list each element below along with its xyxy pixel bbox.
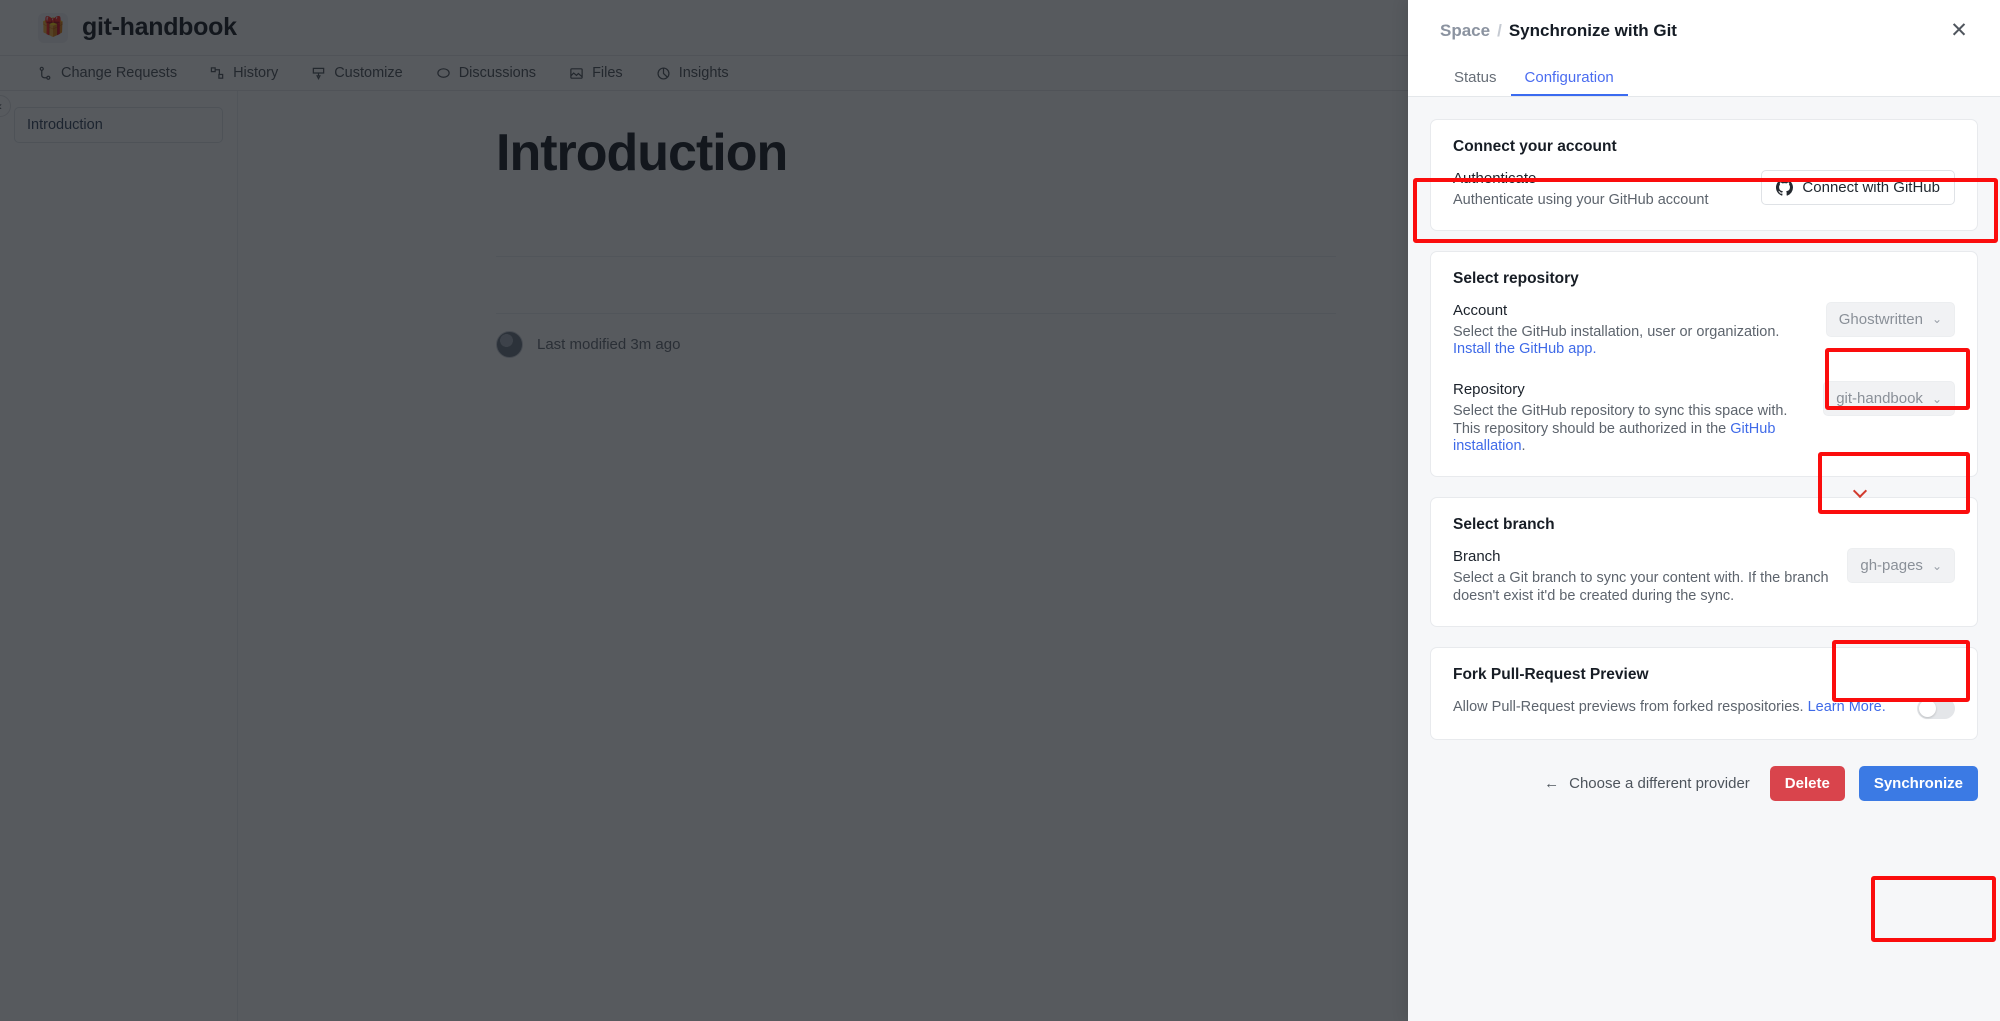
fork-pr-preview-title: Fork Pull-Request Preview xyxy=(1453,665,1649,683)
panel-body: Connect your account Authenticate Authen… xyxy=(1408,97,2000,1021)
nav-label: Files xyxy=(592,65,623,81)
delete-button[interactable]: Delete xyxy=(1769,765,1845,801)
select-repository-card: Select repository Account Select the Git… xyxy=(1430,250,1978,478)
connect-with-github-button[interactable]: Connect with GitHub xyxy=(1761,170,1955,205)
arrow-left-icon: ← xyxy=(1544,774,1560,792)
app-header: 🎁 git-handbook xyxy=(0,0,1408,56)
chevron-down-icon: ⌄ xyxy=(1931,312,1942,327)
document-meta: Last modified 3m ago xyxy=(496,331,680,358)
authenticate-description: Authenticate using your GitHub account xyxy=(1453,192,1709,208)
panel-footer: ← Choose a different provider Delete Syn… xyxy=(1430,760,1978,801)
fork-pr-preview-row: Allow Pull-Request previews from forked … xyxy=(1453,697,1955,719)
select-branch-card: Select branch Branch Select a Git branch… xyxy=(1430,497,1978,627)
connect-account-title: Connect your account xyxy=(1453,138,1617,155)
account-select-value: Ghostwritten xyxy=(1838,310,1923,328)
chevron-left-icon: ‹ xyxy=(0,99,2,113)
branch-description: Select a Git branch to sync your content… xyxy=(1453,570,1829,604)
branch-row: Branch Select a Git branch to sync your … xyxy=(1453,548,1955,605)
space-title: git-handbook xyxy=(82,13,237,41)
paint-roller-icon xyxy=(311,66,326,81)
select-branch-title: Select branch xyxy=(1453,516,1555,534)
nav-label: Customize xyxy=(334,65,403,81)
nav-label: Change Requests xyxy=(61,65,178,81)
sidebar-item-label: Introduction xyxy=(27,117,103,133)
history-nodes-icon xyxy=(210,66,225,81)
chat-bubble-icon xyxy=(436,66,451,81)
branch-select[interactable]: gh-pages ⌄ xyxy=(1847,548,1955,584)
account-label: Account xyxy=(1453,301,1508,319)
divider xyxy=(496,313,1336,314)
fork-pr-preview-card: Fork Pull-Request Preview Allow Pull-Req… xyxy=(1430,646,1978,740)
connect-with-github-label: Connect with GitHub xyxy=(1802,179,1940,196)
panel-tabs: Status Configuration xyxy=(1408,61,2000,97)
nav-item-insights[interactable]: Insights xyxy=(656,65,729,81)
chevron-down-icon: ⌄ xyxy=(1931,558,1942,573)
git-branch-icon xyxy=(38,66,53,81)
nav-item-files[interactable]: Files xyxy=(569,65,623,81)
github-mark-icon xyxy=(1776,179,1794,196)
repository-row: Repository Select the GitHub repository … xyxy=(1453,381,1955,456)
select-repository-title: Select repository xyxy=(1453,269,1579,287)
fork-pr-preview-description-text: Allow Pull-Request previews from forked … xyxy=(1453,699,1804,716)
nav-item-customize[interactable]: Customize xyxy=(311,65,403,81)
install-github-app-link[interactable]: Install the GitHub app. xyxy=(1453,341,1596,357)
nav-item-history[interactable]: History xyxy=(210,65,278,81)
tab-configuration[interactable]: Configuration xyxy=(1510,69,1628,96)
branch-select-value: gh-pages xyxy=(1860,557,1923,575)
breadcrumb-separator: / xyxy=(1497,20,1502,40)
choose-different-provider-label: Choose a different provider xyxy=(1569,774,1750,792)
panel-header: Space / Synchronize with Git ✕ xyxy=(1408,0,2000,61)
nav-label: Insights xyxy=(678,65,729,81)
nav-label: Discussions xyxy=(458,65,537,81)
authenticate-label: Authenticate xyxy=(1453,170,1537,187)
divider xyxy=(496,256,1336,257)
breadcrumb-current: Synchronize with Git xyxy=(1508,20,1677,40)
authenticate-row: Authenticate Authenticate using your Git… xyxy=(1453,170,1955,210)
account-select[interactable]: Ghostwritten ⌄ xyxy=(1825,301,1955,337)
account-row: Account Select the GitHub installation, … xyxy=(1453,301,1955,359)
breadcrumb: Space / Synchronize with Git xyxy=(1440,21,1677,41)
repository-select[interactable]: git-handbook ⌄ xyxy=(1823,381,1955,417)
space-emoji-icon: 🎁 xyxy=(38,12,68,43)
nav-item-discussions[interactable]: Discussions xyxy=(436,65,536,81)
connect-account-card: Connect your account Authenticate Authen… xyxy=(1430,119,1978,231)
synchronize-button[interactable]: Synchronize xyxy=(1858,765,1978,801)
repository-label: Repository xyxy=(1453,381,1525,399)
nav-item-change-requests[interactable]: Change Requests xyxy=(38,65,177,81)
tab-status[interactable]: Status xyxy=(1440,69,1511,96)
account-description: Select the GitHub installation, user or … xyxy=(1453,324,1808,359)
avatar xyxy=(496,331,523,358)
chevron-down-icon: ⌄ xyxy=(1931,391,1942,406)
screen: 🎁 git-handbook Change Requests History C… xyxy=(0,0,2000,1021)
learn-more-link[interactable]: Learn More. xyxy=(1808,699,1886,715)
repository-description: Select the GitHub repository to sync thi… xyxy=(1453,403,1805,456)
app-nav: Change Requests History Customize Discus… xyxy=(0,56,1408,91)
choose-different-provider-link[interactable]: ← Choose a different provider xyxy=(1544,775,1750,792)
app-sidebar: Introduction xyxy=(0,91,238,1021)
fork-pr-preview-description: Allow Pull-Request previews from forked … xyxy=(1453,699,1899,717)
account-description-text: Select the GitHub installation, user or … xyxy=(1453,323,1780,340)
branch-label: Branch xyxy=(1453,548,1501,566)
breadcrumb-parent[interactable]: Space xyxy=(1440,21,1490,41)
last-modified-text: Last modified 3m ago xyxy=(537,336,681,353)
fork-pr-preview-toggle[interactable] xyxy=(1917,697,1955,719)
repository-select-value: git-handbook xyxy=(1836,390,1923,408)
pie-chart-icon xyxy=(656,66,671,81)
image-file-icon xyxy=(569,66,584,81)
sync-with-git-panel: Space / Synchronize with Git ✕ Status Co… xyxy=(1408,0,2000,1021)
repository-description-tail: . xyxy=(1521,438,1526,455)
nav-label: History xyxy=(233,65,279,81)
sidebar-item-introduction[interactable]: Introduction xyxy=(14,107,223,143)
close-icon[interactable]: ✕ xyxy=(1946,18,1972,44)
